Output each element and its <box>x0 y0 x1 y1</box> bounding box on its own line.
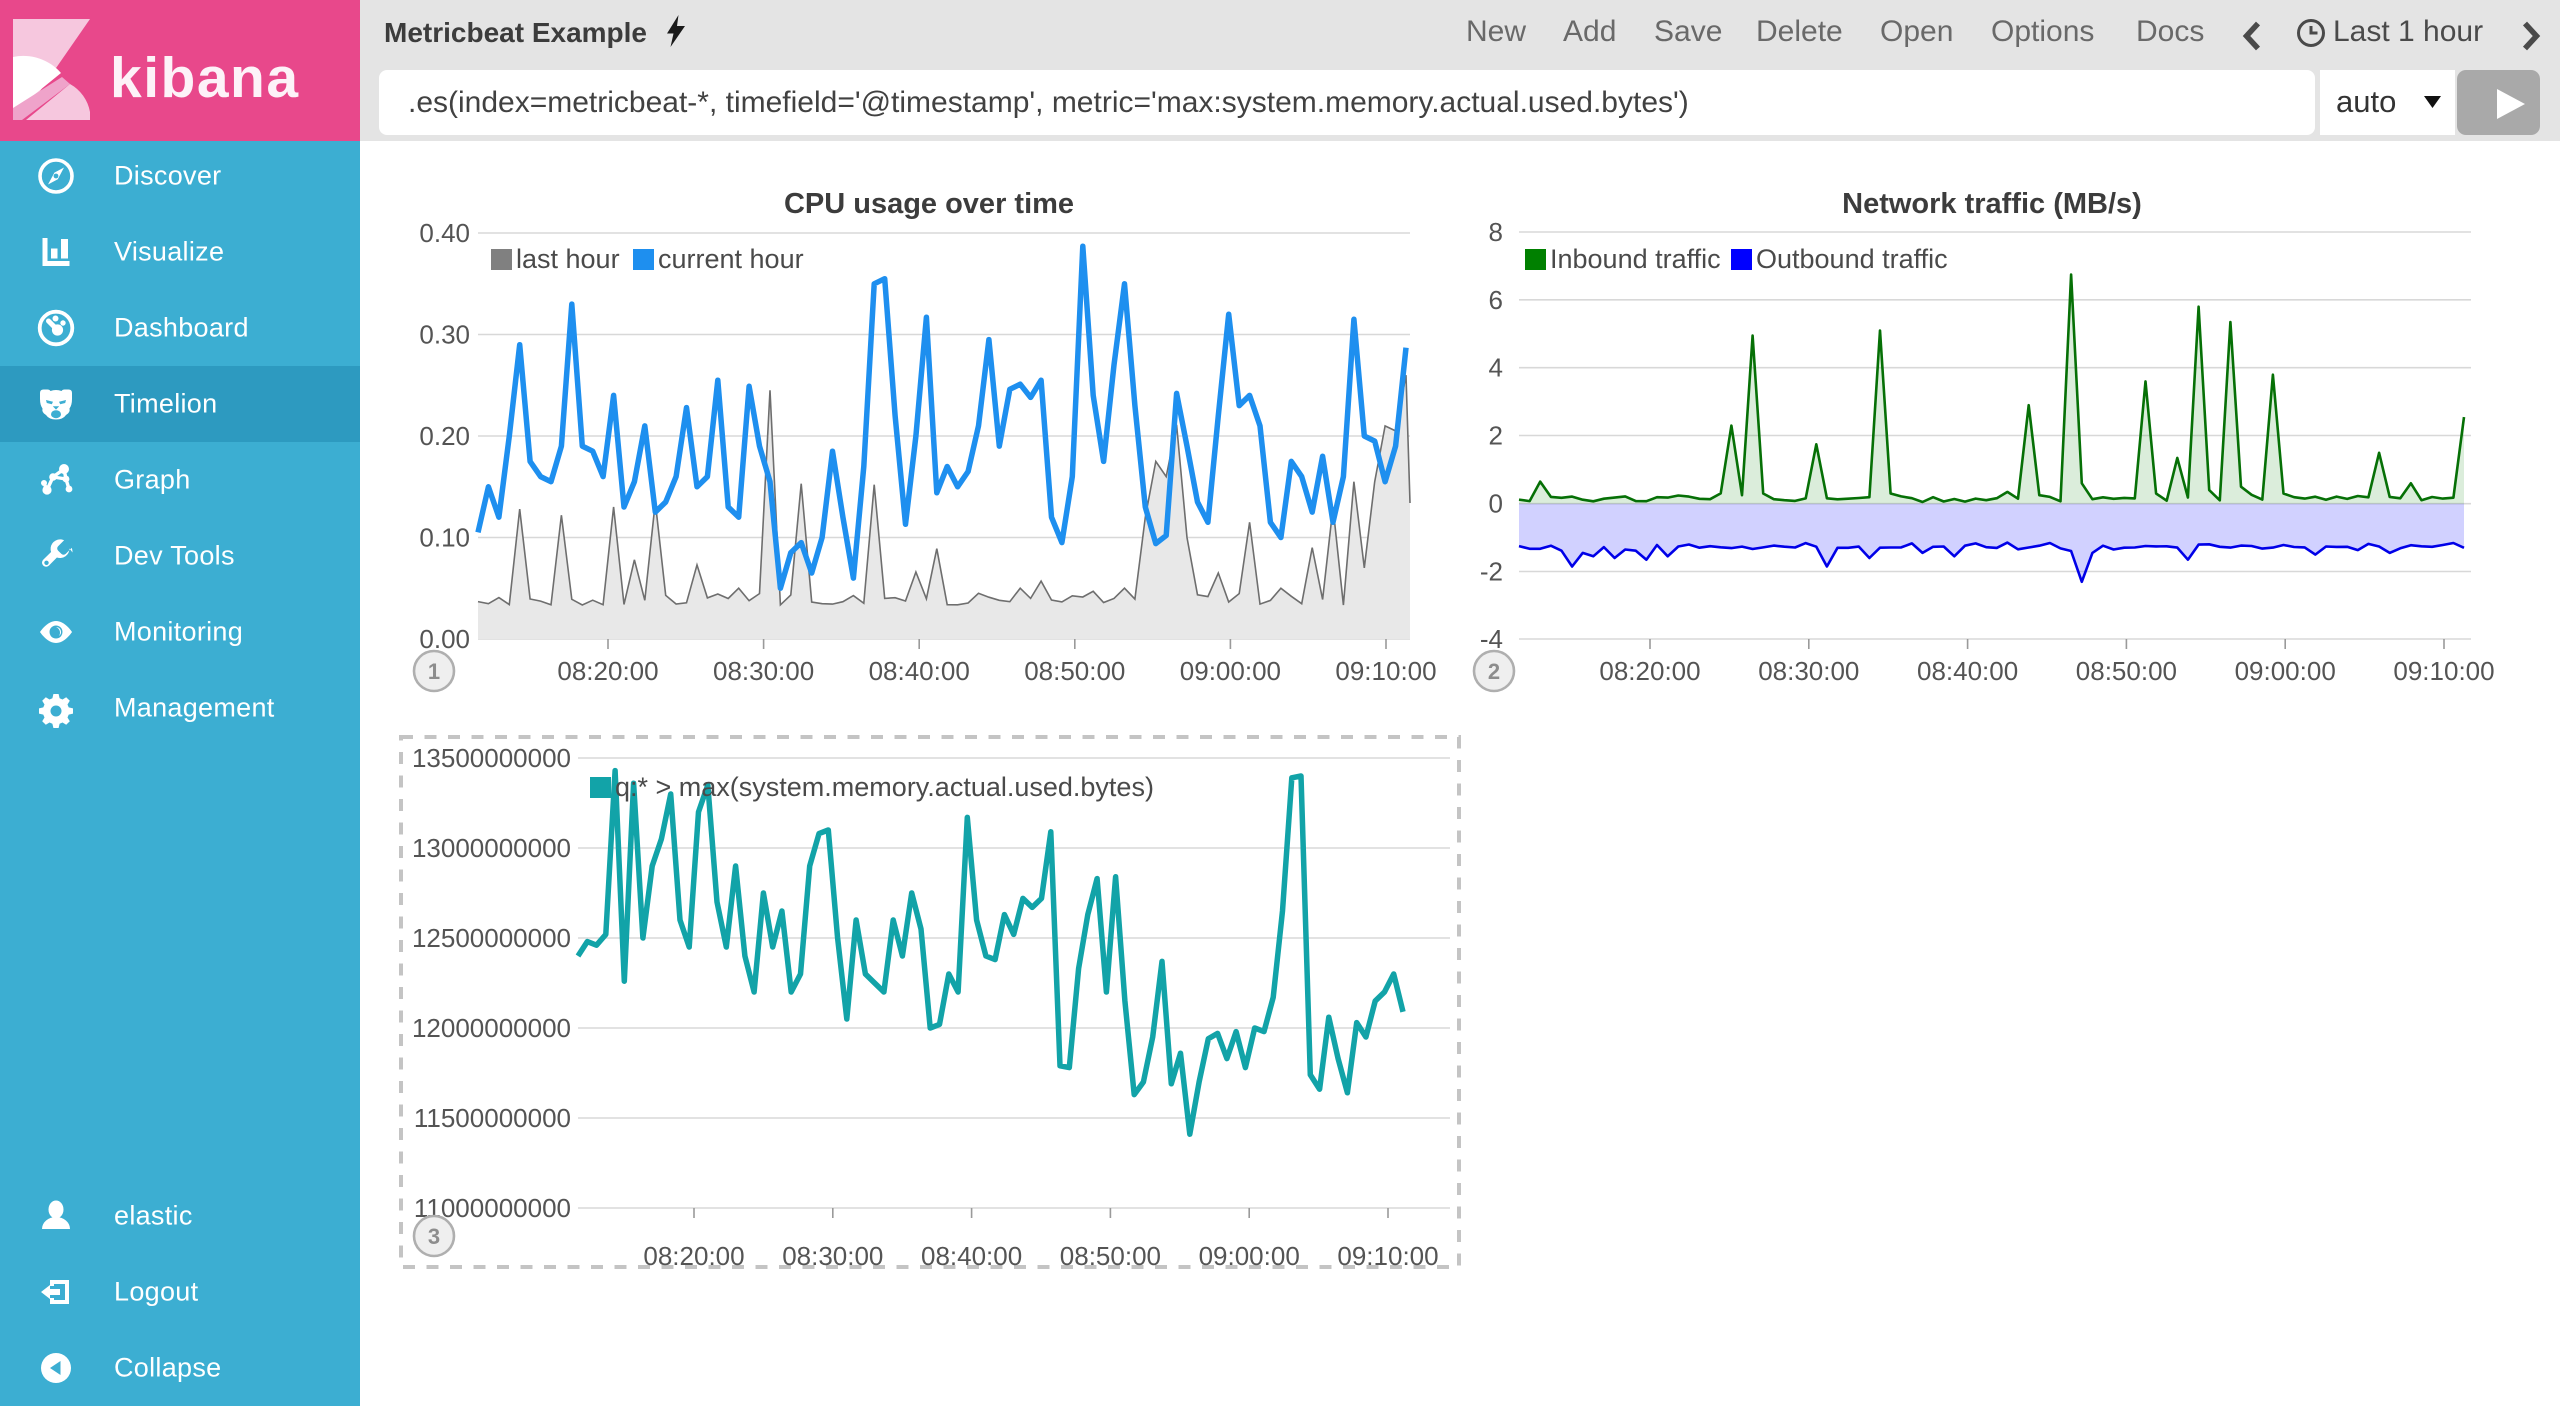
svg-text:2: 2 <box>1489 421 1503 451</box>
svg-text:0.00: 0.00 <box>419 624 470 654</box>
svg-text:09:10:00: 09:10:00 <box>2393 656 2494 686</box>
svg-text:08:20:00: 08:20:00 <box>1599 656 1700 686</box>
svg-text:Outbound traffic: Outbound traffic <box>1756 244 1948 274</box>
svg-text:09:10:00: 09:10:00 <box>1337 1241 1438 1271</box>
svg-text:08:40:00: 08:40:00 <box>869 656 970 686</box>
svg-text:09:00:00: 09:00:00 <box>1180 656 1281 686</box>
svg-text:08:30:00: 08:30:00 <box>1758 656 1859 686</box>
svg-text:08:20:00: 08:20:00 <box>557 656 658 686</box>
svg-text:0.40: 0.40 <box>419 218 470 248</box>
svg-text:Inbound traffic: Inbound traffic <box>1550 244 1721 274</box>
svg-text:09:00:00: 09:00:00 <box>2235 656 2336 686</box>
svg-text:11500000000: 11500000000 <box>414 1103 571 1133</box>
svg-text:08:20:00: 08:20:00 <box>643 1241 744 1271</box>
svg-text:12000000000: 12000000000 <box>412 1013 571 1043</box>
svg-text:0.30: 0.30 <box>419 320 470 350</box>
svg-text:08:40:00: 08:40:00 <box>921 1241 1022 1271</box>
svg-text:current hour: current hour <box>658 244 804 274</box>
svg-text:09:10:00: 09:10:00 <box>1335 656 1436 686</box>
svg-text:0.10: 0.10 <box>419 523 470 553</box>
svg-text:q:* > max(system.memory.actual: q:* > max(system.memory.actual.used.byte… <box>615 772 1154 802</box>
svg-text:2: 2 <box>1488 659 1500 684</box>
svg-text:13500000000: 13500000000 <box>412 743 571 773</box>
svg-text:08:30:00: 08:30:00 <box>782 1241 883 1271</box>
svg-text:8: 8 <box>1489 217 1503 247</box>
svg-text:08:50:00: 08:50:00 <box>2076 656 2177 686</box>
svg-text:kibana: kibana <box>110 46 300 110</box>
svg-text:last hour: last hour <box>516 244 620 274</box>
svg-text:Network traffic (MB/s): Network traffic (MB/s) <box>1842 188 2142 220</box>
svg-text:CPU usage over time: CPU usage over time <box>784 188 1074 220</box>
svg-text:1: 1 <box>428 659 440 684</box>
svg-text:08:50:00: 08:50:00 <box>1024 656 1125 686</box>
svg-text:08:30:00: 08:30:00 <box>713 656 814 686</box>
svg-text:-4: -4 <box>1480 624 1503 654</box>
svg-text:09:00:00: 09:00:00 <box>1199 1241 1300 1271</box>
svg-text:6: 6 <box>1489 285 1503 315</box>
svg-text:08:40:00: 08:40:00 <box>1917 656 2018 686</box>
svg-text:0.20: 0.20 <box>419 421 470 451</box>
svg-text:0: 0 <box>1489 489 1503 519</box>
svg-text:08:50:00: 08:50:00 <box>1060 1241 1161 1271</box>
svg-text:13000000000: 13000000000 <box>412 833 571 863</box>
svg-text:4: 4 <box>1489 353 1503 383</box>
svg-text:12500000000: 12500000000 <box>412 923 571 953</box>
svg-text:3: 3 <box>428 1224 440 1249</box>
svg-text:-2: -2 <box>1480 557 1503 587</box>
